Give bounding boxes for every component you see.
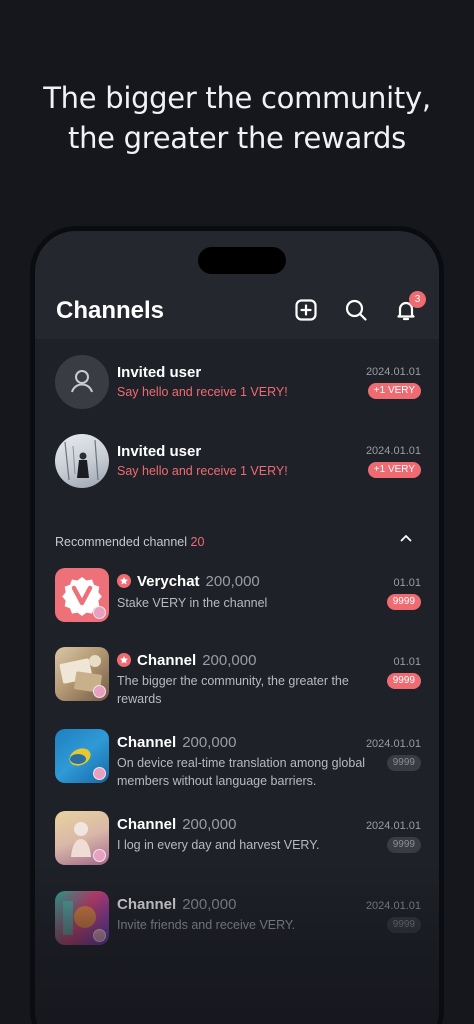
channel-date: 2024.01.01 (365, 738, 421, 750)
channel-name: Channel (137, 652, 197, 669)
channel-name: Channel (117, 896, 177, 913)
channel-name-line: Channel 200,000 (117, 896, 236, 913)
channel-date: 2024.01.01 (365, 820, 421, 832)
phone-frame: Channels 3 Invited user Say hello and re… (30, 226, 444, 1024)
channel-thumbnail (55, 647, 109, 701)
recommended-section-label: Recommended channel 20 (55, 535, 204, 549)
channel-thumbnail (55, 568, 109, 622)
notification-count-badge: 3 (409, 291, 426, 308)
channel-thumbnail (55, 811, 109, 865)
channel-thumbnail (55, 891, 109, 945)
invite-row[interactable]: Invited user Say hello and receive 1 VER… (35, 434, 439, 514)
channel-description: Invite friends and receive VERY. (117, 918, 296, 932)
crown-icon (93, 606, 106, 619)
invite-date: 2024.01.01 (365, 366, 421, 378)
unread-badge: 9999 (386, 837, 421, 853)
add-channel-button[interactable] (293, 297, 319, 323)
channel-members: 200,000 (182, 734, 237, 751)
phone-screen: Channels 3 Invited user Say hello and re… (35, 231, 439, 1024)
channel-description: Stake VERY in the channel (117, 596, 268, 610)
notifications-button[interactable]: 3 (393, 291, 426, 323)
invite-subtitle: Say hello and receive 1 VERY! (117, 385, 288, 399)
channel-date: 2024.01.01 (365, 900, 421, 912)
unread-badge: 9999 (386, 755, 421, 771)
channel-name: Channel (117, 816, 177, 833)
channel-description: On device real-time translation among gl… (117, 756, 366, 788)
star-icon (117, 574, 131, 588)
crown-icon (93, 685, 106, 698)
photo-person-in-snow (64, 439, 99, 481)
search-button[interactable] (343, 297, 369, 323)
recommended-label-text: Recommended channel (55, 535, 188, 549)
invite-title: Invited user (117, 443, 202, 460)
headline-line-2: the greater the rewards (68, 121, 406, 155)
headline-line-1: The bigger the community, (43, 81, 431, 115)
channel-row[interactable]: Channel 200,000 The bigger the community,… (35, 647, 439, 727)
channel-row[interactable]: Channel 200,000 I log in every day and ha… (35, 811, 439, 891)
channel-members: 200,000 (182, 816, 237, 833)
channel-name: Verychat (137, 573, 200, 590)
invite-title: Invited user (117, 364, 202, 381)
chevron-up-icon[interactable] (399, 531, 413, 545)
reward-badge: +1 VERY (367, 383, 421, 399)
channel-row[interactable]: Channel 200,000 Invite friends and receiv… (35, 891, 439, 971)
unread-badge: 9999 (386, 917, 421, 933)
channel-members: 200,000 (202, 652, 257, 669)
unread-badge: 9999 (386, 673, 421, 689)
avatar (55, 434, 109, 488)
search-icon (345, 299, 367, 321)
channel-row[interactable]: Channel 200,000 On device real-time trans… (35, 729, 439, 809)
channel-description: The bigger the community, the greater th… (117, 674, 349, 706)
add-square-icon (295, 299, 317, 321)
channel-name-line: Channel 200,000 (117, 734, 236, 751)
crown-icon (93, 849, 106, 862)
page-title: Channels (56, 297, 165, 324)
invite-row[interactable]: Invited user Say hello and receive 1 VER… (35, 355, 439, 435)
channel-members: 200,000 (182, 896, 237, 913)
header-actions: 3 (293, 291, 426, 323)
invite-subtitle: Say hello and receive 1 VERY! (117, 464, 288, 478)
star-icon (117, 653, 131, 667)
app-header: Channels 3 (35, 231, 439, 339)
person-icon (71, 370, 93, 393)
channel-thumbnail (55, 729, 109, 783)
channel-date: 01.01 (393, 656, 421, 668)
marketing-headline: The bigger the community, the greater th… (0, 78, 474, 158)
recommended-count: 20 (190, 535, 205, 549)
invite-date: 2024.01.01 (365, 445, 421, 457)
channel-name-line: Verychat 200,000 (117, 573, 260, 590)
channel-name-line: Channel 200,000 (117, 816, 236, 833)
channel-name: Channel (117, 734, 177, 751)
channel-row[interactable]: Verychat 200,000 Stake VERY in the channe… (35, 568, 439, 648)
crown-icon (93, 767, 106, 780)
avatar (55, 355, 109, 409)
channel-name-line: Channel 200,000 (117, 652, 256, 669)
crown-icon (93, 929, 106, 942)
channel-members: 200,000 (205, 573, 260, 590)
channel-description: I log in every day and harvest VERY. (117, 838, 320, 852)
unread-badge: 9999 (386, 594, 421, 610)
reward-badge: +1 VERY (367, 462, 421, 478)
channel-date: 01.01 (393, 577, 421, 589)
dynamic-island (198, 247, 286, 274)
